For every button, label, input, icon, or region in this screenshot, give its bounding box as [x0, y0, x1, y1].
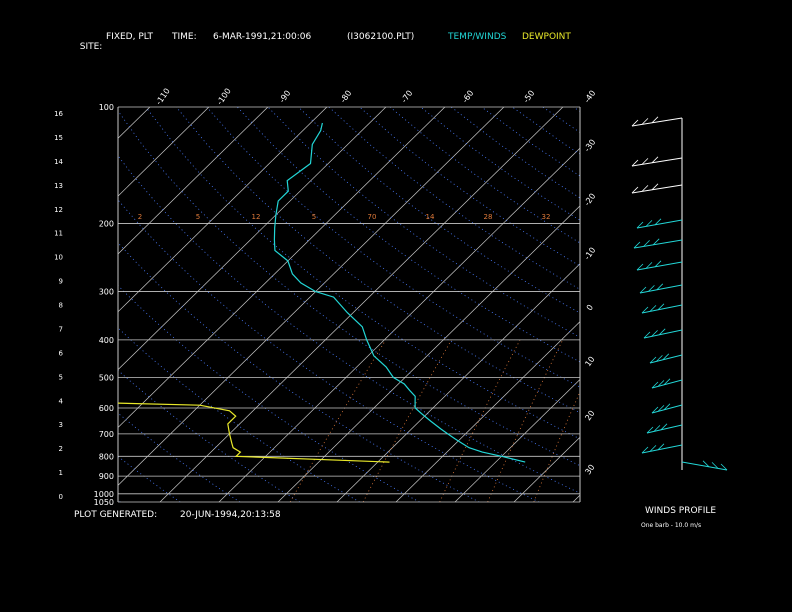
- temp-right-label: -30: [583, 138, 598, 154]
- pressure-tick-label: 100: [99, 103, 114, 112]
- wind-barb: [636, 219, 683, 229]
- dry-adiabat: [237, 107, 580, 363]
- wind-barb: [636, 261, 683, 271]
- mixing-ratio-label: 2: [138, 213, 142, 221]
- dry-adiabat: [298, 107, 580, 314]
- isotherm-line: [118, 107, 151, 139]
- height-tick-label: 15: [54, 134, 63, 142]
- height-tick-label: 3: [59, 421, 63, 429]
- dry-adiabat: [389, 107, 580, 244]
- dry-adiabat: [267, 107, 580, 338]
- pressure-tick-label: 1050: [94, 498, 114, 507]
- dry-adiabat: [118, 199, 540, 502]
- temp-top-label: -100: [215, 87, 233, 107]
- height-tick-label: 4: [59, 397, 64, 405]
- dry-adiabat: [0, 107, 61, 502]
- isotherm-line: [118, 107, 210, 197]
- height-tick-label: 9: [59, 278, 63, 286]
- height-tick-label: 1: [59, 469, 63, 477]
- mixing-ratio-label: 70: [368, 213, 377, 221]
- mixing-ratio-label: 12: [252, 213, 261, 221]
- dry-adiabat: [0, 107, 1, 502]
- pressure-tick-label: 600: [99, 404, 114, 413]
- skewt-chart: 1002003004005006007008009001000105016151…: [0, 87, 728, 507]
- pressure-tick-label: 800: [99, 452, 114, 461]
- mixing-ratio-line: [289, 339, 387, 502]
- height-tick-label: 6: [59, 349, 64, 357]
- mixing-ratio-label: 14: [426, 213, 435, 221]
- isotherm-line: [454, 378, 580, 502]
- temp-top-label: -50: [522, 89, 537, 105]
- height-tick-label: 14: [54, 158, 63, 166]
- dry-adiabat: [118, 242, 480, 502]
- isotherm-line: [513, 436, 580, 502]
- mixing-ratio-line: [362, 339, 452, 502]
- height-tick-label: 7: [59, 325, 63, 333]
- pressure-tick-label: 200: [99, 219, 114, 228]
- temp-top-label: -40: [583, 89, 598, 105]
- height-tick-label: 2: [59, 445, 63, 453]
- isotherm-line: [218, 147, 580, 502]
- isotherm-line: [118, 107, 269, 255]
- isotherm-line: [395, 321, 580, 502]
- dry-adiabat: [118, 369, 301, 502]
- pressure-tick-label: 500: [99, 373, 114, 382]
- height-tick-label: 5: [59, 373, 63, 381]
- mixing-ratio-label: 5: [196, 213, 200, 221]
- wind-barb: [639, 284, 683, 294]
- dry-adiabat: [420, 107, 580, 221]
- temp-top-label: -110: [154, 87, 172, 107]
- height-tick-label: 16: [54, 110, 63, 118]
- mixing-ratio-line: [487, 339, 564, 502]
- isotherm-line: [0, 107, 32, 502]
- dry-adiabat: [118, 110, 580, 467]
- wind-barb: [631, 157, 683, 167]
- dry-adiabat: [118, 412, 241, 502]
- temp-right-label: -20: [583, 192, 598, 208]
- temp-right-label: -10: [583, 246, 598, 262]
- mixing-ratio-label: 28: [484, 213, 493, 221]
- isotherm-line: [159, 107, 564, 502]
- pressure-tick-label: 900: [99, 472, 114, 481]
- dry-adiabat: [206, 107, 580, 388]
- pressure-tick-label: 300: [99, 288, 114, 297]
- isotherm-line: [277, 205, 580, 502]
- mixing-ratio-label: 5: [312, 213, 316, 221]
- dry-adiabat: [118, 327, 360, 502]
- wind-barb: [631, 184, 683, 194]
- dry-adiabat: [328, 107, 580, 290]
- dry-adiabat: [359, 107, 580, 267]
- height-tick-label: 13: [54, 182, 63, 190]
- height-tick-label: 11: [54, 230, 63, 238]
- wind-barb: [631, 117, 683, 127]
- isotherm-line: [0, 107, 91, 502]
- height-tick-label: 8: [59, 302, 63, 310]
- mixing-ratio-label: 32: [542, 213, 551, 221]
- pressure-tick-label: 400: [99, 336, 114, 345]
- isotherm-line: [118, 107, 328, 313]
- temp-right-label: 20: [583, 409, 596, 423]
- temp-right-label: 0: [585, 303, 595, 312]
- height-tick-label: 0: [59, 493, 63, 501]
- temp-right-label: 10: [583, 355, 596, 369]
- temp-top-label: -70: [400, 89, 415, 105]
- dry-adiabat: [573, 107, 580, 112]
- wind-barb: [681, 461, 728, 471]
- isotherm-line: [118, 107, 505, 486]
- temp-top-label: -80: [339, 89, 354, 105]
- height-tick-label: 10: [54, 254, 63, 262]
- dry-adiabat: [511, 107, 580, 155]
- wind-barb: [633, 239, 683, 249]
- pressure-tick-label: 700: [99, 430, 114, 439]
- dry-adiabat: [118, 455, 181, 502]
- height-tick-label: 12: [54, 206, 63, 214]
- dry-adiabat: [481, 107, 580, 177]
- temp-top-label: -90: [278, 89, 293, 105]
- isotherm-line: [118, 107, 446, 428]
- temp-top-label: -60: [461, 89, 476, 105]
- temp-right-label: 30: [583, 463, 596, 477]
- isotherm-line: [336, 263, 580, 502]
